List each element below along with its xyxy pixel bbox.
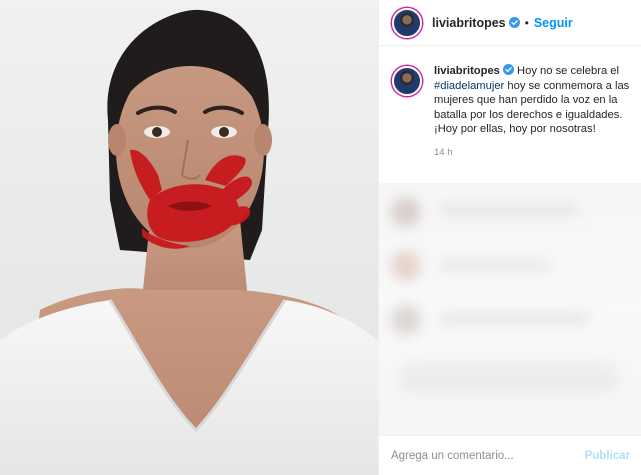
post-header: liviabritopes • Seguir bbox=[379, 0, 641, 46]
caption-body: liviabritopes Hoy no se celebra el #diad… bbox=[434, 64, 630, 158]
follow-button[interactable]: Seguir bbox=[534, 16, 573, 30]
caption-text: liviabritopes Hoy no se celebra el #diad… bbox=[434, 64, 630, 137]
separator-dot: • bbox=[524, 15, 529, 30]
woman-portrait-illustration bbox=[0, 9, 378, 475]
comments-section-blurred bbox=[379, 183, 641, 435]
caption-username[interactable]: liviabritopes bbox=[434, 65, 500, 77]
hashtag-link[interactable]: #diadelamujer bbox=[434, 80, 504, 92]
author-avatar[interactable] bbox=[392, 7, 422, 38]
post-side-panel: liviabritopes • Seguir liviabritopes Hoy… bbox=[378, 0, 641, 475]
author-username[interactable]: liviabritopes bbox=[432, 16, 506, 30]
caption-prefix: Hoy no se celebra el bbox=[517, 65, 620, 77]
post-photo[interactable] bbox=[0, 0, 378, 475]
post-timestamp[interactable]: 14 h bbox=[434, 147, 630, 158]
caption-author-avatar[interactable] bbox=[392, 66, 422, 96]
add-comment-bar: Publicar bbox=[379, 435, 641, 475]
verified-badge-icon bbox=[502, 64, 514, 75]
publish-button[interactable]: Publicar bbox=[585, 450, 630, 462]
post-caption: liviabritopes Hoy no se celebra el #diad… bbox=[392, 64, 630, 158]
comment-input[interactable] bbox=[391, 449, 585, 462]
verified-badge-icon bbox=[508, 17, 520, 28]
